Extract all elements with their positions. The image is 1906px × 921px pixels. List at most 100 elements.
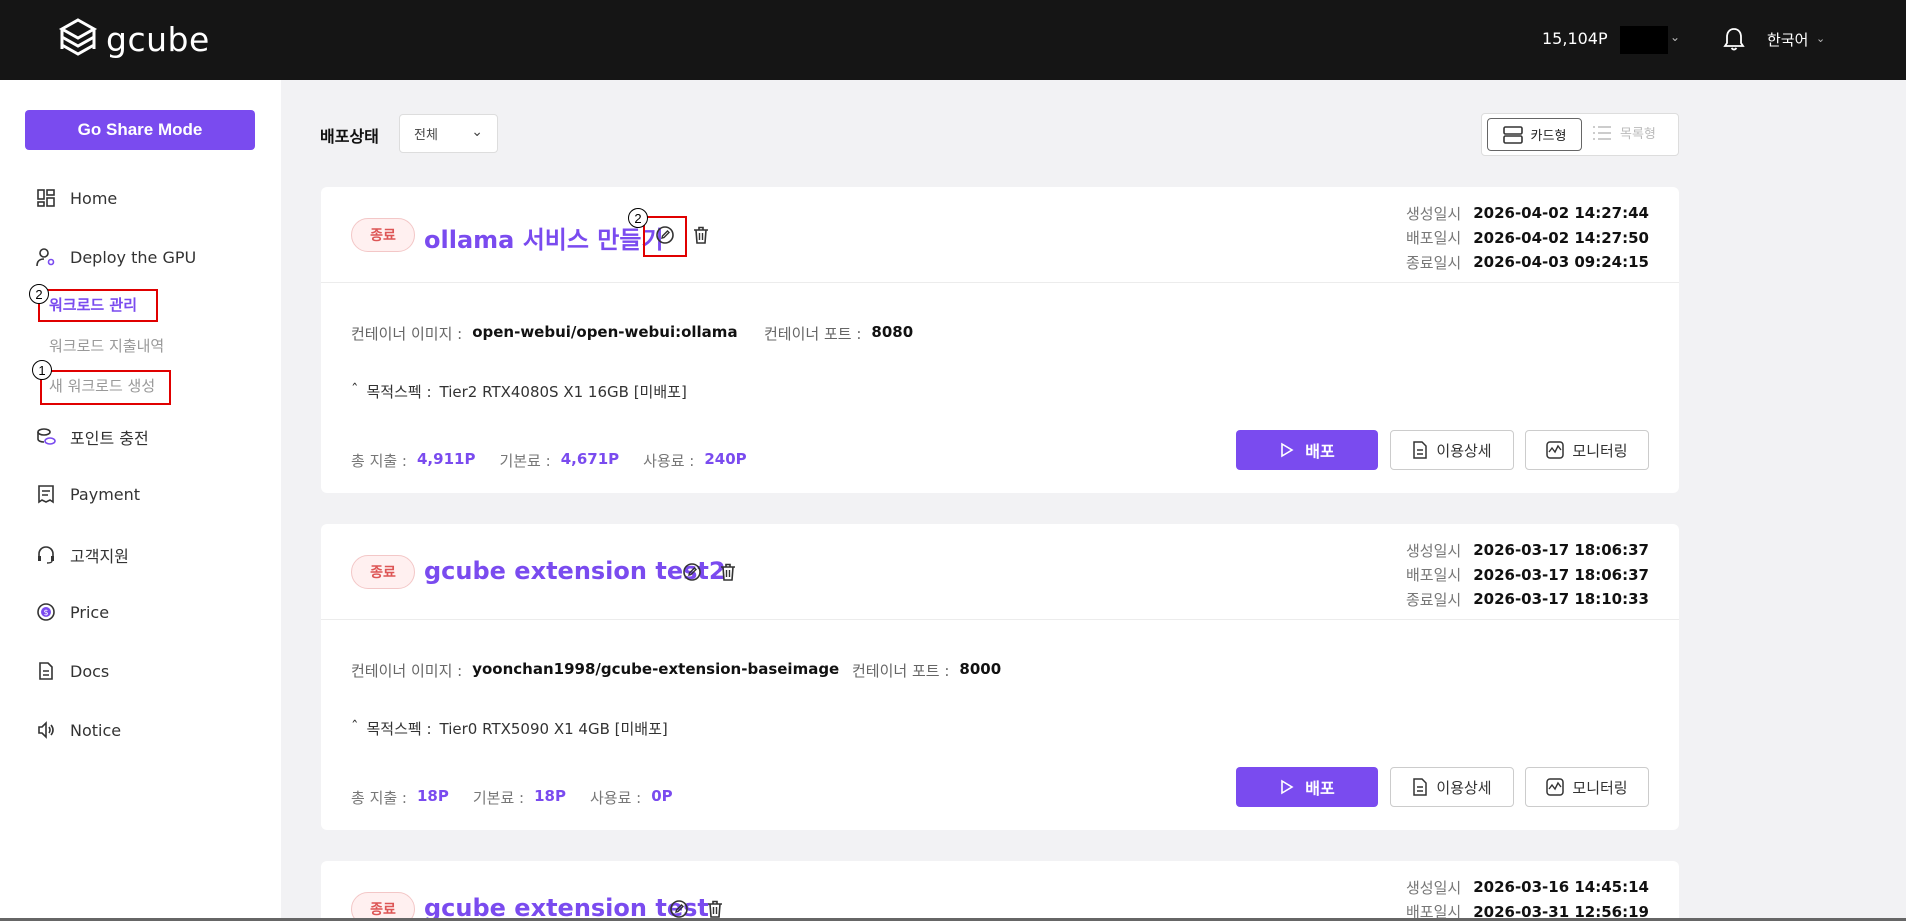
container-port: 컨테이너 포트 : 8000 [852, 660, 1001, 681]
logo-text: gcube [106, 19, 210, 59]
chevron-down-icon[interactable]: ⌄ [1670, 30, 1680, 44]
created-value: 2026-04-02 14:27:44 [1473, 204, 1649, 223]
container-image: 컨테이너 이미지 : yoonchan1998/gcube-extension-… [351, 660, 839, 681]
usage-detail-button[interactable]: 이용상세 [1390, 430, 1514, 470]
user-gear-icon [36, 248, 55, 267]
sidebar-item-label: Payment [70, 484, 141, 504]
cost-summary: 총 지출 : 4,911P 기본료 : 4,671P 사용료 : 240P [351, 450, 761, 471]
sidebar-item-label: 고객지원 [70, 547, 129, 566]
monitoring-button[interactable]: 모니터링 [1525, 767, 1649, 807]
logo[interactable]: gcube [58, 18, 210, 60]
points-balance: 15,104P [1542, 29, 1608, 48]
monitoring-button[interactable]: 모니터링 [1525, 430, 1649, 470]
status-badge: 종료 [351, 892, 415, 918]
card-dates: 생성일시 2026-03-16 14:45:14 배포일시 2026-03-31 1… [1406, 875, 1649, 918]
usage-detail-button[interactable]: 이용상세 [1390, 767, 1514, 807]
workload-card: 종료 gcube extension test2 생성일시 2026-03-17 … [321, 524, 1679, 830]
monitoring-icon [1546, 441, 1565, 459]
container-image-label: 컨테이너 이미지 : [351, 662, 463, 680]
monitoring-icon [1546, 778, 1565, 796]
workload-card: 종료 gcube extension test 생성일시 2026-03-16 1… [321, 861, 1679, 918]
dollar-icon: $ [37, 603, 55, 621]
sidebar-subitem-workload-expense[interactable]: 워크로드 지출내역 [49, 335, 164, 356]
edit-button[interactable] [680, 560, 704, 584]
edit-button[interactable] [667, 897, 691, 918]
card-header: 종료 gcube extension test 생성일시 2026-03-16 1… [321, 861, 1679, 918]
deployed-label: 배포일시 [1406, 903, 1462, 918]
view-toggle: 카드형 목록형 [1481, 113, 1679, 156]
ended-value: 2026-04-03 09:24:15 [1473, 253, 1649, 272]
edit-icon [670, 900, 688, 918]
bell-icon[interactable] [1722, 26, 1746, 52]
usage-cost-value: 0P [651, 787, 673, 805]
sidebar-item-support[interactable]: 고객지원 [36, 543, 129, 567]
user-menu[interactable] [1620, 26, 1668, 54]
caret-up-icon: ˆ [351, 381, 359, 399]
sidebar-item-point-charge[interactable]: 포인트 충전 [36, 425, 149, 449]
card-body: 컨테이너 이미지 : yoonchan1998/gcube-extension-… [321, 620, 1679, 830]
container-image: 컨테이너 이미지 : open-webui/open-webui:ollama [351, 323, 738, 344]
usage-cost-label: 사용료 : [643, 452, 695, 470]
list-view-icon [1593, 125, 1611, 140]
status-badge: 종료 [351, 218, 415, 252]
base-cost-label: 기본료 : [472, 789, 525, 807]
sidebar-item-home[interactable]: Home [36, 188, 117, 208]
card-header: 종료 gcube extension test2 생성일시 2026-03-17 … [321, 524, 1679, 620]
sidebar-item-price[interactable]: $ Price [36, 602, 109, 622]
play-icon [1281, 442, 1294, 458]
delete-button[interactable] [716, 560, 740, 584]
caret-up-icon: ˆ [351, 718, 359, 736]
delete-button[interactable] [689, 223, 713, 247]
document-icon [39, 662, 53, 680]
chevron-down-icon[interactable]: ⌄ [1816, 32, 1825, 45]
sidebar-item-deploy-gpu[interactable]: Deploy the GPU [36, 247, 196, 267]
container-port-label: 컨테이너 포트 : [852, 662, 950, 680]
annotation-number: 2 [628, 208, 648, 228]
sidebar-item-label: Price [70, 602, 110, 622]
card-dates: 생성일시 2026-04-02 14:27:44 배포일시 2026-04-02 1… [1406, 201, 1649, 275]
deploy-button[interactable]: 배포 [1236, 430, 1378, 470]
deploy-button[interactable]: 배포 [1236, 767, 1378, 807]
delete-button[interactable] [703, 897, 727, 918]
ended-value: 2026-03-17 18:10:33 [1473, 590, 1649, 609]
ended-label: 종료일시 [1406, 253, 1462, 272]
sidebar: Go Share Mode Home Deploy the GPU 워크로드 관… [0, 80, 281, 921]
document-icon [1413, 441, 1428, 459]
deploy-button-label: 배포 [1305, 781, 1335, 798]
base-cost-value: 18P [534, 787, 566, 805]
created-value: 2026-03-17 18:06:37 [1473, 541, 1649, 560]
sidebar-item-docs[interactable]: Docs [36, 661, 109, 681]
usage-detail-label: 이용상세 [1436, 779, 1492, 797]
sidebar-item-label: Notice [70, 720, 122, 740]
sidebar-item-notice[interactable]: Notice [36, 720, 121, 740]
card-view-button[interactable]: 카드형 [1487, 118, 1582, 151]
target-spec-value: Tier2 RTX4080S X1 16GB [미배포] [439, 383, 687, 401]
language-selector[interactable]: 한국어 [1767, 29, 1808, 50]
sidebar-item-payment[interactable]: Payment [36, 484, 140, 504]
target-spec[interactable]: ˆ 목적스펙 : Tier2 RTX4080S X1 16GB [미배포] [351, 381, 687, 402]
target-spec[interactable]: ˆ 목적스펙 : Tier0 RTX5090 X1 4GB [미배포] [351, 718, 668, 739]
usage-detail-label: 이용상세 [1436, 442, 1492, 460]
container-port-value: 8000 [959, 660, 1002, 678]
container-image-value: yoonchan1998/gcube-extension-baseimage [472, 660, 840, 678]
monitoring-label: 모니터링 [1572, 442, 1628, 460]
deploy-status-select[interactable]: 전체 ⌄ [399, 114, 498, 153]
monitoring-label: 모니터링 [1572, 779, 1628, 797]
deployed-value: 2026-03-31 12:56:19 [1473, 902, 1649, 918]
highlight-box [643, 216, 687, 257]
annotation-number: 2 [29, 284, 49, 304]
go-share-mode-button[interactable]: Go Share Mode [25, 110, 255, 150]
deployed-label: 배포일시 [1406, 229, 1462, 248]
highlight-box [40, 370, 171, 405]
top-bar: gcube 15,104P ⌄ 한국어 ⌄ [0, 0, 1906, 80]
created-label: 생성일시 [1406, 541, 1462, 560]
total-cost-label: 총 지출 : [351, 789, 407, 807]
deploy-status-value: 전체 [414, 128, 438, 143]
workload-title[interactable]: ollama 서비스 만들기 [424, 220, 664, 255]
deployed-value: 2026-03-17 18:06:37 [1473, 565, 1649, 584]
list-view-button[interactable]: 목록형 [1592, 123, 1656, 142]
target-spec-value: Tier0 RTX5090 X1 4GB [미배포] [439, 720, 668, 738]
status-badge: 종료 [351, 555, 415, 589]
edit-icon [683, 563, 701, 581]
sidebar-item-label: Docs [70, 661, 110, 681]
